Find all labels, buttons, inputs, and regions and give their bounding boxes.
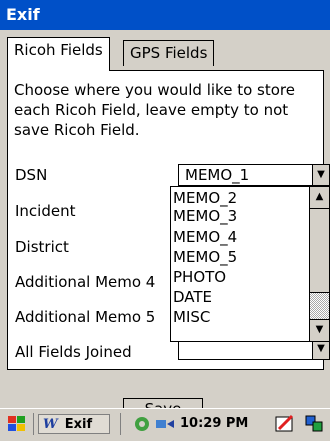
tab-ricoh-fields[interactable]: Ricoh Fields (7, 37, 110, 71)
chevron-down-icon[interactable]: ▼ (312, 342, 329, 359)
field-label-all-fields-joined: All Fields Joined (15, 343, 132, 361)
dropdown-option-date[interactable]: DATE (173, 288, 212, 306)
chevron-down-icon[interactable]: ▼ (312, 165, 329, 185)
instructions-text: Choose where you would like to store eac… (14, 81, 295, 139)
dsn-dropdown-list[interactable]: MEMO_2 MEMO_3 MEMO_4 MEMO_5 PHOTO DATE M… (170, 186, 330, 342)
dropdown-option-memo-4[interactable]: MEMO_4 (173, 228, 237, 246)
dropdown-option-memo-5[interactable]: MEMO_5 (173, 248, 237, 266)
tab-gps-fields[interactable]: GPS Fields (123, 40, 215, 66)
dropdown-option-photo[interactable]: PHOTO (173, 268, 226, 286)
window-title: Exif (0, 0, 330, 30)
tab-strip: Ricoh Fields GPS Fields (0, 30, 330, 71)
taskbar-app-label: Exif (64, 417, 93, 432)
pen-edit-icon[interactable] (274, 414, 298, 434)
dropdown-option-memo-3[interactable]: MEMO_3 (173, 207, 237, 225)
scroll-up-icon[interactable]: ▲ (310, 187, 329, 209)
field-label-district: District (15, 238, 69, 256)
taskbar: W Exif 10:29 PM (0, 408, 330, 438)
clock[interactable]: 10:29 PM (180, 414, 248, 434)
dropdown-option-memo-2[interactable]: MEMO_2 (173, 189, 237, 207)
all-fields-joined-select[interactable]: ▼ (178, 342, 330, 360)
field-label-additional-memo-5: Additional Memo 5 (15, 308, 156, 326)
word-app-icon: W (43, 417, 58, 432)
sync-icon[interactable] (132, 414, 154, 434)
dsn-select[interactable]: MEMO_1 ▼ (178, 164, 330, 186)
scroll-down-icon[interactable]: ▼ (310, 319, 329, 341)
scrollbar-thumb[interactable] (310, 209, 329, 293)
field-label-incident: Incident (15, 202, 76, 220)
dropdown-scrollbar[interactable]: ▲ ▼ (309, 187, 329, 341)
network-icon[interactable] (154, 414, 176, 434)
field-label-additional-memo-4: Additional Memo 4 (15, 273, 156, 291)
windows-icon[interactable] (304, 414, 328, 434)
taskbar-exif-button[interactable]: W Exif (38, 414, 110, 434)
dsn-select-value: MEMO_1 (185, 166, 250, 184)
dropdown-option-misc[interactable]: MISC (173, 308, 210, 326)
field-label-dsn: DSN (15, 166, 48, 184)
start-icon[interactable] (6, 414, 28, 434)
